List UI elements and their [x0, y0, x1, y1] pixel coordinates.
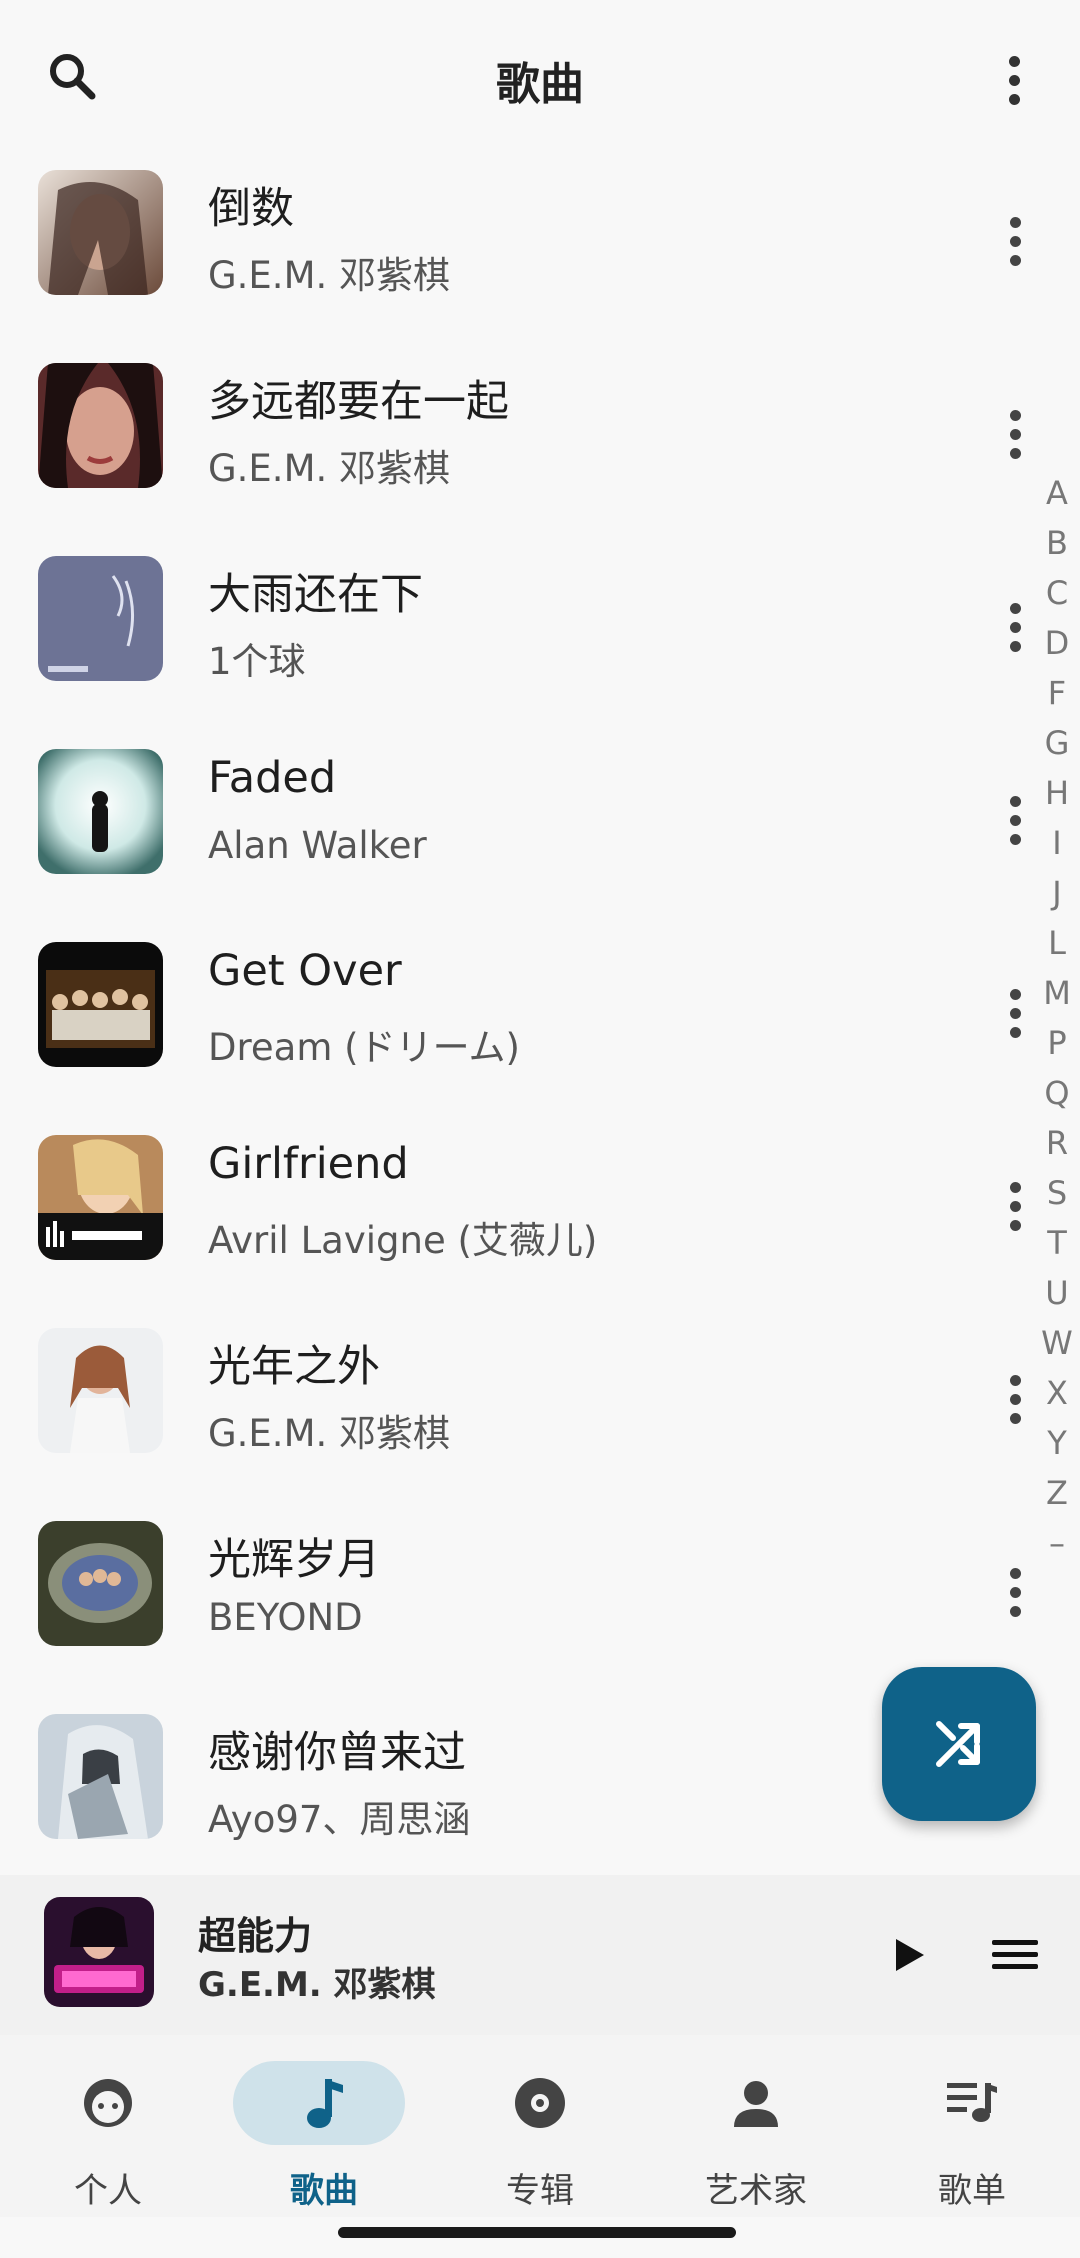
album-cover	[38, 1328, 163, 1453]
song-artist: Alan Walker	[208, 824, 427, 867]
now-playing-cover	[44, 1897, 154, 2007]
playlist-icon	[864, 2073, 1080, 2133]
song-artist: 1个球	[208, 640, 306, 683]
song-row[interactable]: Faded Alan Walker	[0, 739, 1080, 932]
song-title: Get Over	[208, 946, 402, 996]
song-more-icon[interactable]	[990, 968, 1040, 1058]
alphabet-letter[interactable]: I	[1034, 818, 1080, 868]
alphabet-letter[interactable]: S	[1034, 1168, 1080, 1218]
music-note-icon	[216, 2073, 432, 2133]
alphabet-letter[interactable]: A	[1034, 468, 1080, 518]
alphabet-letter[interactable]: G	[1034, 718, 1080, 768]
play-icon[interactable]	[880, 1927, 936, 1983]
song-artist: G.E.M. 邓紫棋	[208, 447, 451, 490]
now-playing-bar[interactable]: 超能力 G.E.M. 邓紫棋	[0, 1875, 1080, 2035]
song-more-icon[interactable]	[990, 196, 1040, 286]
album-cover	[38, 363, 163, 488]
alphabet-letter[interactable]: B	[1034, 518, 1080, 568]
song-artist: BEYOND	[208, 1596, 363, 1639]
alphabet-letter[interactable]: Z	[1034, 1468, 1080, 1518]
song-artist: Avril Lavigne (艾薇儿)	[208, 1219, 598, 1262]
face-icon	[0, 2073, 216, 2133]
alphabet-letter[interactable]: Y	[1034, 1418, 1080, 1468]
nav-item-artists[interactable]: 艺术家	[648, 2035, 864, 2217]
song-title: 光辉岁月	[208, 1535, 380, 1585]
shuffle-button[interactable]	[882, 1667, 1036, 1821]
song-row[interactable]: 光年之外 G.E.M. 邓紫棋	[0, 1318, 1080, 1511]
alphabet-letter[interactable]: W	[1034, 1318, 1080, 1368]
shuffle-icon	[936, 1721, 980, 1767]
album-cover	[38, 556, 163, 681]
song-more-icon[interactable]	[990, 1547, 1040, 1637]
song-more-icon[interactable]	[990, 389, 1040, 479]
now-playing-artist: G.E.M. 邓紫棋	[198, 1965, 436, 2005]
song-artist: G.E.M. 邓紫棋	[208, 1412, 451, 1455]
song-row[interactable]: 倒数 G.E.M. 邓紫棋	[0, 160, 1080, 353]
song-more-icon[interactable]	[990, 1354, 1040, 1444]
song-row[interactable]: 多远都要在一起 G.E.M. 邓紫棋	[0, 353, 1080, 546]
person-icon	[648, 2073, 864, 2133]
song-title: 大雨还在下	[208, 570, 423, 620]
song-title: 感谢你曾来过	[208, 1728, 466, 1778]
song-title: Faded	[208, 753, 337, 803]
song-row[interactable]: Girlfriend Avril Lavigne (艾薇儿)	[0, 1125, 1080, 1318]
alphabet-letter[interactable]: U	[1034, 1268, 1080, 1318]
song-title: 多远都要在一起	[208, 377, 509, 427]
nav-label: 艺术家	[705, 2171, 807, 2211]
alphabet-letter[interactable]: M	[1034, 968, 1080, 1018]
song-artist: Ayo97、周思涵	[208, 1798, 471, 1841]
alphabet-letter[interactable]: L	[1034, 918, 1080, 968]
song-row[interactable]: Get Over Dream (ドリーム)	[0, 932, 1080, 1125]
album-cover	[38, 170, 163, 295]
alphabet-letter[interactable]: T	[1034, 1218, 1080, 1268]
alphabet-letter[interactable]: H	[1034, 768, 1080, 818]
song-more-icon[interactable]	[990, 775, 1040, 865]
album-cover	[38, 1135, 163, 1260]
nav-label: 个人	[74, 2171, 142, 2211]
alphabet-letter[interactable]: P	[1034, 1018, 1080, 1068]
song-artist: G.E.M. 邓紫棋	[208, 254, 451, 297]
song-row[interactable]: 大雨还在下 1个球	[0, 546, 1080, 739]
page-title: 歌曲	[496, 59, 584, 110]
album-disc-icon	[432, 2073, 648, 2133]
bottom-navigation: 个人 歌曲 专辑 艺术家 歌单	[0, 2035, 1080, 2217]
nav-item-albums[interactable]: 专辑	[432, 2035, 648, 2217]
nav-label: 歌曲	[290, 2171, 358, 2211]
nav-label: 歌单	[938, 2171, 1006, 2211]
song-more-icon[interactable]	[990, 1161, 1040, 1251]
top-app-bar: 歌曲	[0, 0, 1080, 160]
alphabet-letter[interactable]: F	[1034, 668, 1080, 718]
alphabet-letter[interactable]: R	[1034, 1118, 1080, 1168]
song-title: 光年之外	[208, 1342, 380, 1392]
song-title: 倒数	[208, 184, 294, 234]
home-indicator[interactable]	[338, 2227, 736, 2238]
album-cover	[38, 1521, 163, 1646]
nav-item-playlists[interactable]: 歌单	[864, 2035, 1080, 2217]
alphabet-letter[interactable]: D	[1034, 618, 1080, 668]
song-artist: Dream (ドリーム)	[208, 1026, 520, 1069]
album-cover	[38, 942, 163, 1067]
song-list: 倒数 G.E.M. 邓紫棋 多远都要在一起 G.E.M. 邓紫棋 大雨还在下 1…	[0, 160, 1080, 1897]
alphabet-index[interactable]: A B C D F G H I J L M P Q R S T U W X Y …	[1034, 468, 1080, 1568]
alphabet-letter[interactable]: –	[1034, 1518, 1080, 1568]
song-more-icon[interactable]	[990, 582, 1040, 672]
more-vert-icon[interactable]	[978, 40, 1050, 120]
alphabet-letter[interactable]: C	[1034, 568, 1080, 618]
song-title: Girlfriend	[208, 1139, 409, 1189]
nav-label: 专辑	[506, 2171, 574, 2211]
now-playing-title: 超能力	[198, 1914, 313, 1958]
alphabet-letter[interactable]: X	[1034, 1368, 1080, 1418]
album-cover	[38, 1714, 163, 1839]
nav-item-personal[interactable]: 个人	[0, 2035, 216, 2217]
alphabet-letter[interactable]: Q	[1034, 1068, 1080, 1118]
queue-menu-icon[interactable]	[985, 1927, 1045, 1983]
album-cover	[38, 749, 163, 874]
nav-item-songs[interactable]: 歌曲	[216, 2035, 432, 2217]
alphabet-letter[interactable]: J	[1034, 868, 1080, 918]
